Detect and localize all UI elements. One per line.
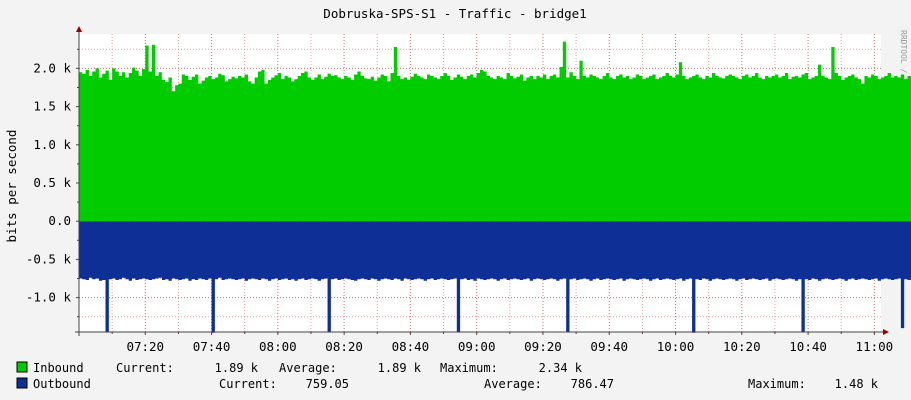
- x-tick-label: 09:00: [458, 339, 496, 354]
- x-tick-label: 10:20: [723, 339, 761, 354]
- y-tick-label: 1.5 k: [33, 99, 71, 114]
- chart-title: Dobruska-SPS-S1 - Traffic - bridge1: [323, 6, 586, 21]
- inbound-average-value: 1.89 k: [378, 361, 422, 375]
- x-tick-label: 09:40: [590, 339, 628, 354]
- y-tick-label: 2.0 k: [33, 60, 71, 75]
- x-tick-label: 07:40: [193, 339, 231, 354]
- x-tick-label: 09:20: [524, 339, 562, 354]
- y-axis-label: bits per second: [4, 130, 19, 243]
- x-tick-label: 07:20: [126, 339, 164, 354]
- y-tick-label: -0.5 k: [26, 251, 72, 266]
- outbound-average-value: 786.47: [571, 377, 614, 391]
- x-tick-label: 10:40: [789, 339, 827, 354]
- inbound-maximum-label: Maximum:: [440, 361, 498, 375]
- outbound-current-label: Current:: [219, 377, 277, 391]
- inbound-current-value: 1.89 k: [215, 361, 259, 375]
- x-tick-label: 11:00: [856, 339, 894, 354]
- traffic-chart: Dobruska-SPS-S1 - Traffic - bridge1 RRDT…: [0, 0, 911, 400]
- y-tick-label: 0.0: [48, 213, 71, 228]
- inbound-swatch: [16, 361, 28, 373]
- outbound-maximum-label: Maximum:: [748, 377, 806, 391]
- inbound-current-label: Current:: [116, 361, 174, 375]
- y-tick-label: 1.0 k: [33, 137, 71, 152]
- y-tick-label: 0.5 k: [33, 175, 71, 190]
- outbound-current-value: 759.05: [306, 377, 349, 391]
- x-tick-label: 08:00: [259, 339, 297, 354]
- inbound-maximum-value: 2.34 k: [539, 361, 583, 375]
- outbound-maximum-value: 1.48 k: [835, 377, 879, 391]
- x-tick-label: 10:00: [657, 339, 695, 354]
- x-tick-label: 08:40: [392, 339, 430, 354]
- outbound-swatch: [16, 377, 28, 389]
- outbound-legend-name: Outbound: [33, 377, 91, 391]
- x-tick-label: 08:20: [325, 339, 363, 354]
- outbound-average-label: Average:: [484, 377, 542, 391]
- y-tick-label: -1.0 k: [26, 290, 72, 305]
- inbound-average-label: Average:: [279, 361, 337, 375]
- inbound-legend-name: Inbound: [33, 361, 84, 375]
